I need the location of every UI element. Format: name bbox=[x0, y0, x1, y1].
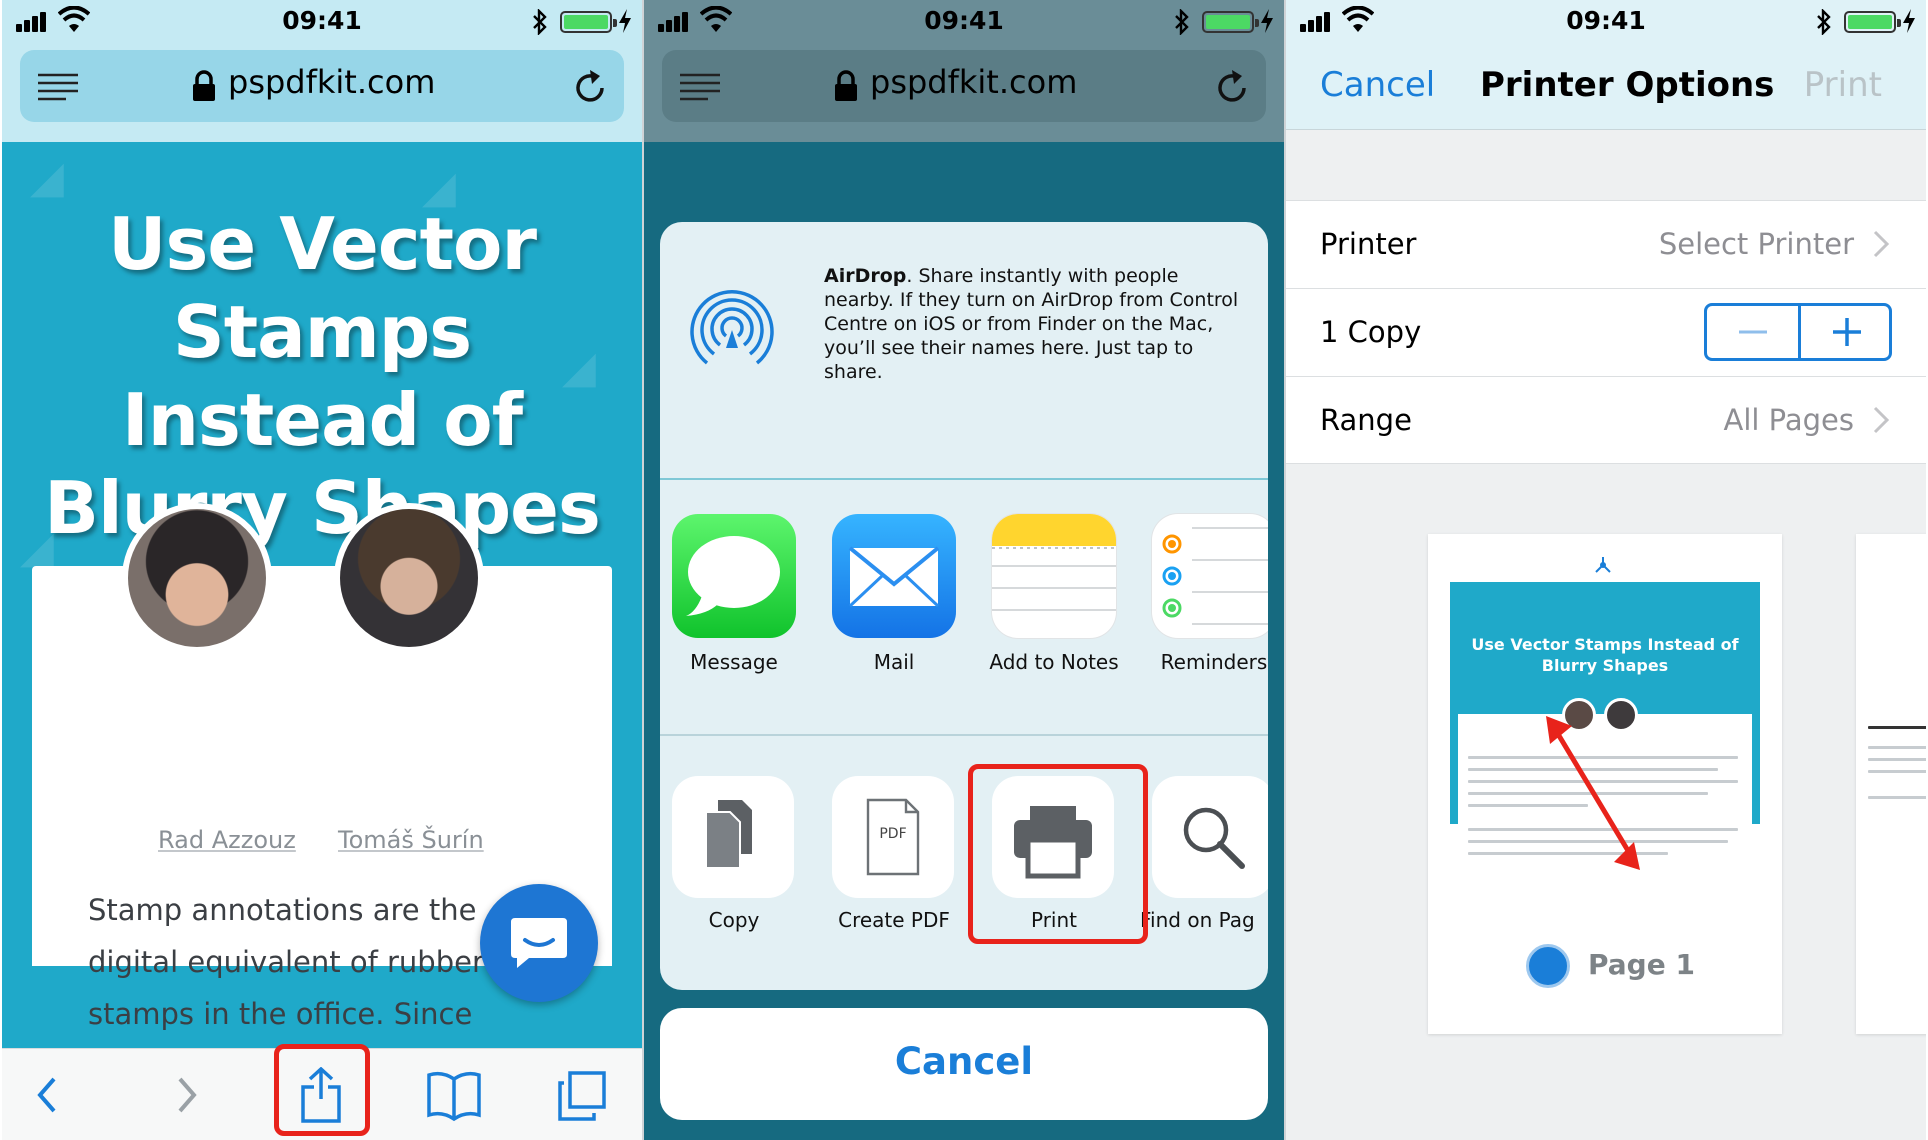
airdrop-icon[interactable] bbox=[680, 268, 784, 372]
chat-icon bbox=[511, 918, 567, 968]
chevron-right-icon bbox=[1873, 230, 1890, 258]
airdrop-title: AirDrop bbox=[824, 265, 907, 287]
avatar[interactable] bbox=[122, 503, 272, 653]
page-preview[interactable]: Use Vector Stamps Instead of Blurry Shap… bbox=[1428, 534, 1782, 1034]
pdf-icon-text: PDF bbox=[879, 826, 907, 842]
copies-stepper[interactable] bbox=[1704, 303, 1892, 361]
text-line bbox=[1868, 746, 1926, 749]
message-icon[interactable] bbox=[672, 514, 796, 638]
printer-options-panel: 09:41 Cancel Printer Options Print Print… bbox=[1286, 0, 1926, 1140]
app-label-notes[interactable]: Add to Notes bbox=[974, 650, 1134, 674]
safari-panel: 09:41 pspdfkit.com ◢ ◢ ◢ ◢ ◢ ◢ Use Vecto… bbox=[2, 0, 642, 1140]
range-label: Range bbox=[1320, 403, 1412, 437]
printer-label: Printer bbox=[1320, 227, 1417, 261]
address-bar: pspdfkit.com bbox=[662, 50, 1266, 122]
range-value: All Pages bbox=[1723, 403, 1855, 437]
chevron-right-icon bbox=[1873, 406, 1890, 434]
search-icon[interactable] bbox=[1152, 776, 1268, 898]
app-label-reminders[interactable]: Reminders bbox=[1134, 650, 1268, 674]
text-line bbox=[1868, 726, 1926, 729]
browser-header: 09:41 pspdfkit.com bbox=[644, 0, 1284, 142]
url-text: pspdfkit.com bbox=[228, 63, 436, 101]
cancel-label: Cancel bbox=[894, 1040, 1034, 1083]
action-label-create-pdf[interactable]: Create PDF bbox=[814, 908, 974, 932]
cancel-button[interactable]: Cancel bbox=[1320, 65, 1435, 105]
reader-view-icon[interactable] bbox=[38, 72, 78, 102]
copies-row: 1 Copy bbox=[1286, 288, 1926, 376]
reload-icon[interactable] bbox=[572, 68, 608, 106]
notes-icon[interactable] bbox=[992, 514, 1116, 638]
section-gap bbox=[1286, 131, 1926, 199]
app-label-mail[interactable]: Mail bbox=[814, 650, 974, 674]
minus-icon bbox=[1739, 330, 1767, 334]
bookmarks-icon[interactable] bbox=[426, 1067, 482, 1123]
battery-icon bbox=[1844, 11, 1901, 33]
page-label: Page 1 bbox=[1588, 948, 1695, 981]
divider bbox=[660, 478, 1268, 480]
text-line bbox=[1868, 796, 1926, 799]
forward-icon[interactable] bbox=[172, 1067, 202, 1123]
text-line bbox=[1868, 770, 1926, 773]
url-text: pspdfkit.com bbox=[870, 63, 1078, 101]
range-row[interactable]: Range All Pages bbox=[1286, 376, 1926, 464]
back-icon[interactable] bbox=[32, 1067, 62, 1123]
lock-icon bbox=[835, 70, 857, 101]
copy-icon[interactable] bbox=[672, 776, 794, 898]
charging-icon bbox=[1903, 9, 1915, 33]
page-title: Printer Options bbox=[1480, 65, 1775, 105]
author-link[interactable]: Tomáš Šurín bbox=[338, 826, 484, 854]
battery-icon bbox=[1202, 11, 1259, 33]
cancel-button[interactable]: Cancel bbox=[660, 1008, 1268, 1120]
app-label-message[interactable]: Message bbox=[660, 650, 814, 674]
text-line bbox=[1868, 758, 1926, 761]
pinch-arrow-icon bbox=[1546, 716, 1640, 870]
print-highlight bbox=[968, 764, 1148, 944]
browser-header: 09:41 pspdfkit.com bbox=[2, 0, 642, 142]
page-preview[interactable] bbox=[1856, 534, 1926, 1034]
lock-icon bbox=[193, 70, 215, 101]
action-label-copy[interactable]: Copy bbox=[660, 908, 814, 932]
page-selected-icon[interactable] bbox=[1526, 944, 1570, 988]
chat-button[interactable] bbox=[480, 884, 598, 1002]
pattern-icon: ◢ bbox=[30, 152, 64, 203]
address-bar[interactable]: pspdfkit.com bbox=[20, 50, 624, 122]
bluetooth-icon bbox=[533, 9, 547, 35]
printer-nav-bar: 09:41 Cancel Printer Options Print bbox=[1286, 0, 1926, 130]
charging-icon bbox=[1261, 9, 1273, 33]
battery-icon bbox=[560, 11, 617, 33]
reload-icon bbox=[1218, 70, 1246, 102]
charging-icon bbox=[619, 9, 631, 33]
printer-value: Select Printer bbox=[1658, 227, 1854, 261]
decrement-button[interactable] bbox=[1707, 306, 1799, 358]
print-button[interactable]: Print bbox=[1804, 65, 1882, 105]
share-sheet-panel: 09:41 pspdfkit.com AirDrop. Share instan… bbox=[644, 0, 1284, 1140]
airdrop-description: AirDrop. Share instantly with people nea… bbox=[824, 264, 1244, 384]
reminders-icon[interactable] bbox=[1152, 514, 1268, 638]
status-bar: 09:41 bbox=[1286, 0, 1926, 44]
article-title: Use Vector Stamps Instead of Blurry Shap… bbox=[44, 202, 601, 550]
status-bar: 09:41 bbox=[644, 0, 1284, 44]
author-link[interactable]: Rad Azzouz bbox=[158, 826, 296, 854]
mail-icon[interactable] bbox=[832, 514, 956, 638]
action-label-find[interactable]: Find on Pag bbox=[1138, 908, 1268, 932]
article-body: Stamp annotations are the digital equiva… bbox=[88, 893, 484, 1031]
logo-icon bbox=[1595, 557, 1611, 573]
tabs-icon[interactable] bbox=[556, 1067, 608, 1123]
preview-title: Use Vector Stamps Instead of Blurry Shap… bbox=[1471, 635, 1739, 675]
divider bbox=[660, 734, 1268, 736]
printer-row[interactable]: Printer Select Printer bbox=[1286, 200, 1926, 288]
share-sheet: AirDrop. Share instantly with people nea… bbox=[660, 222, 1268, 990]
bluetooth-icon bbox=[1817, 9, 1831, 35]
plus-icon bbox=[1833, 318, 1861, 346]
status-bar: 09:41 bbox=[2, 0, 642, 44]
pdf-icon[interactable]: PDF bbox=[832, 776, 954, 898]
reader-view-icon bbox=[680, 73, 720, 101]
bluetooth-icon bbox=[1175, 9, 1189, 35]
copies-label: 1 Copy bbox=[1320, 315, 1422, 349]
print-preview: Use Vector Stamps Instead of Blurry Shap… bbox=[1286, 464, 1926, 1140]
avatar[interactable] bbox=[334, 503, 484, 653]
share-highlight bbox=[274, 1044, 370, 1136]
increment-button[interactable] bbox=[1801, 306, 1893, 358]
